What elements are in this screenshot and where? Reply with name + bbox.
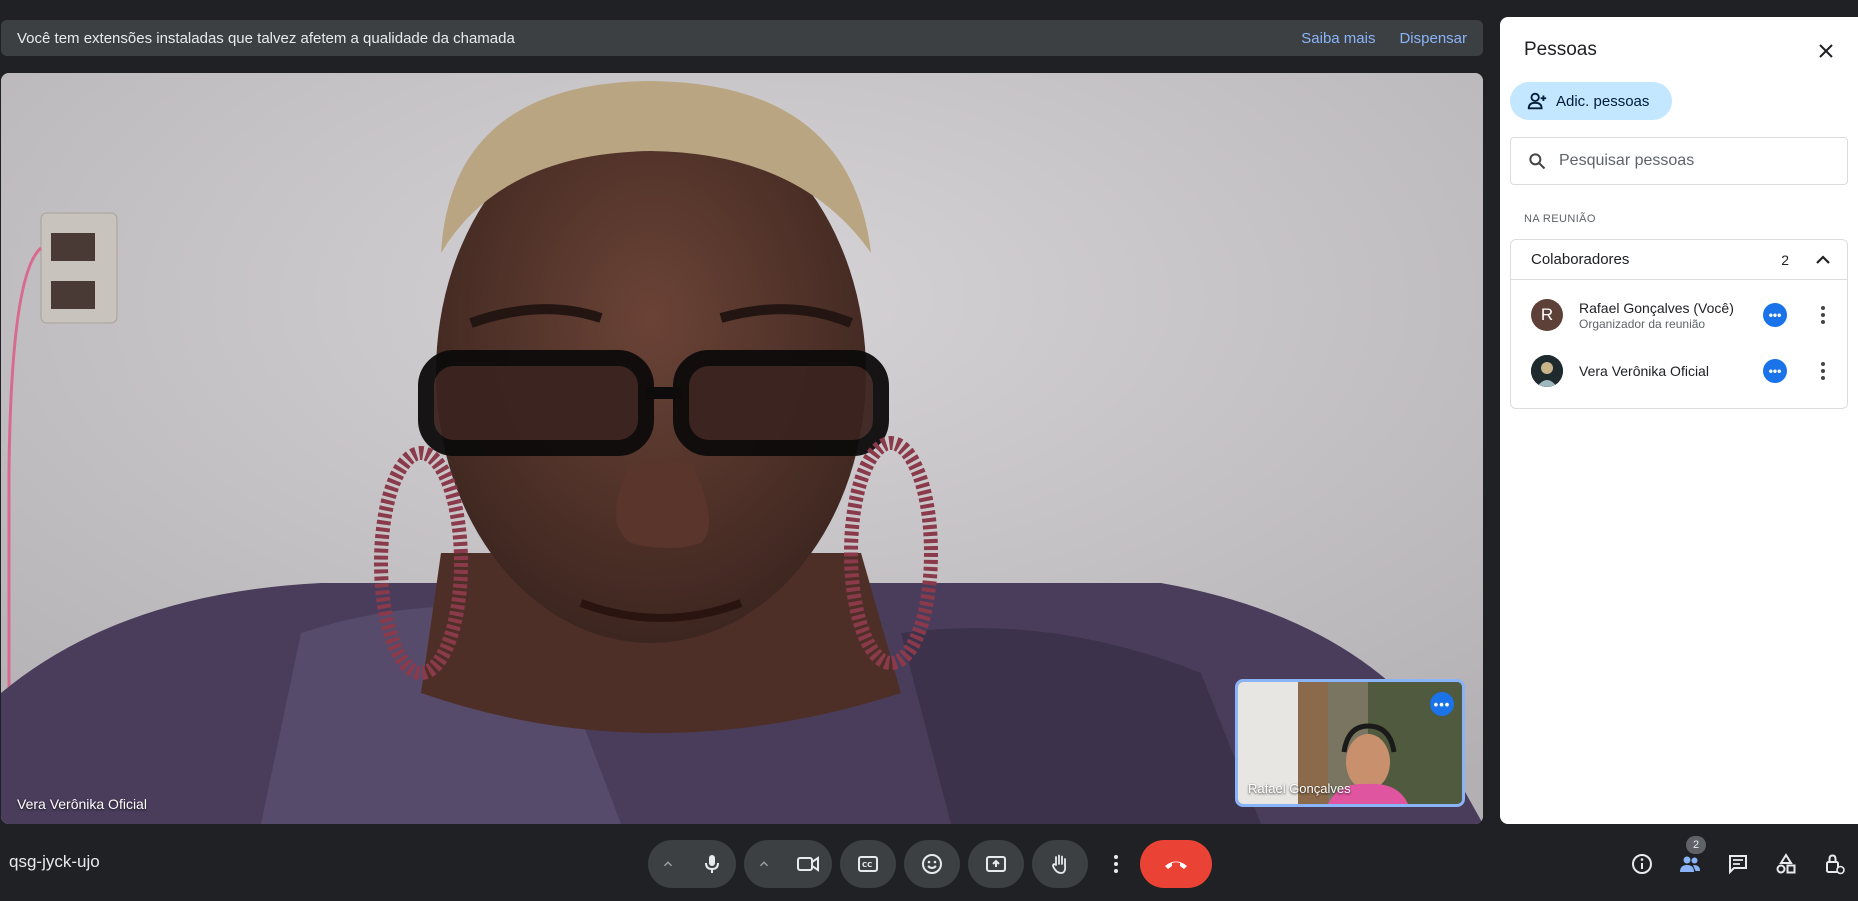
svg-text:CC: CC <box>862 861 872 869</box>
collaborators-group-header[interactable]: Colaboradores 2 <box>1511 240 1847 280</box>
group-title: Colaboradores <box>1531 251 1630 268</box>
search-people-input[interactable] <box>1559 152 1819 170</box>
leave-call-button[interactable] <box>1140 840 1212 888</box>
chevron-up-icon <box>1811 248 1835 272</box>
self-view-tile[interactable]: Rafael Gonçalves ••• <box>1235 679 1465 807</box>
more-vert-icon[interactable] <box>1811 303 1835 327</box>
people-count-badge: 2 <box>1686 836 1706 854</box>
participant-info: Vera Verônika Oficial <box>1579 363 1763 379</box>
participant-name: Vera Verônika Oficial <box>1579 363 1709 379</box>
info-icon[interactable] <box>1618 840 1666 888</box>
banner-message: Você tem extensões instaladas que talvez… <box>17 29 515 47</box>
participant-row: R Rafael Gonçalves (Você) Organizador da… <box>1511 287 1847 343</box>
host-controls-icon[interactable] <box>1810 840 1858 888</box>
extensions-warning-banner: Você tem extensões instaladas que talvez… <box>1 20 1483 56</box>
dismiss-link[interactable]: Dispensar <box>1399 30 1467 47</box>
hand-icon <box>1048 852 1072 876</box>
participant-row: Vera Verônika Oficial ••• <box>1511 343 1847 399</box>
in-meeting-section-label: NA REUNIÃO <box>1524 213 1596 225</box>
chat-icon[interactable] <box>1714 840 1762 888</box>
camera-icon[interactable] <box>784 840 832 888</box>
participant-status-icon[interactable]: ••• <box>1763 303 1787 327</box>
mic-options-chevron-icon[interactable] <box>648 840 688 888</box>
close-icon[interactable] <box>1814 39 1838 63</box>
captions-button[interactable]: CC <box>840 840 896 888</box>
side-toolbar: 2 <box>1618 836 1858 888</box>
main-participant-name: Vera Verônika Oficial <box>17 796 147 812</box>
add-person-icon <box>1526 90 1548 112</box>
participant-info: Rafael Gonçalves (Você) Organizador da r… <box>1579 300 1763 331</box>
participant-name: Rafael Gonçalves (Você) <box>1579 299 1734 316</box>
call-controls: CC <box>648 840 1212 888</box>
more-vert-icon[interactable] <box>1811 359 1835 383</box>
reactions-button[interactable] <box>904 840 960 888</box>
people-icon[interactable]: 2 <box>1666 836 1714 888</box>
panel-title: Pessoas <box>1524 39 1597 60</box>
emoji-icon <box>920 852 944 876</box>
meet-app: Você tem extensões instaladas que talvez… <box>0 0 1858 901</box>
group-count: 2 <box>1781 251 1789 268</box>
captions-icon: CC <box>856 852 880 876</box>
avatar: R <box>1531 299 1563 331</box>
mic-control-group <box>648 840 736 888</box>
add-people-button[interactable]: Adic. pessoas <box>1510 82 1672 120</box>
hangup-icon <box>1162 852 1190 876</box>
participant-role: Organizador da reunião <box>1579 316 1706 331</box>
camera-control-group <box>744 840 832 888</box>
mic-icon[interactable] <box>688 840 736 888</box>
present-button[interactable] <box>968 840 1024 888</box>
participant-status-icon[interactable]: ••• <box>1763 359 1787 383</box>
self-participant-name: Rafael Gonçalves <box>1248 781 1351 796</box>
more-options-icon[interactable] <box>1096 840 1136 888</box>
people-search-box <box>1510 137 1848 185</box>
camera-options-chevron-icon[interactable] <box>744 840 784 888</box>
activities-icon[interactable] <box>1762 840 1810 888</box>
collaborators-group: Colaboradores 2 R Rafael Gonçalves (Você… <box>1510 239 1848 409</box>
people-panel: Pessoas Adic. pessoas NA REUNIÃO Colabor… <box>1500 17 1858 824</box>
search-icon <box>1527 151 1547 171</box>
self-more-options-icon[interactable]: ••• <box>1430 692 1454 716</box>
raise-hand-button[interactable] <box>1032 840 1088 888</box>
avatar <box>1531 355 1563 387</box>
add-people-label: Adic. pessoas <box>1556 92 1650 110</box>
meeting-code: qsg-jyck-ujo <box>9 852 100 871</box>
learn-more-link[interactable]: Saiba mais <box>1301 30 1375 47</box>
present-icon <box>984 852 1008 876</box>
